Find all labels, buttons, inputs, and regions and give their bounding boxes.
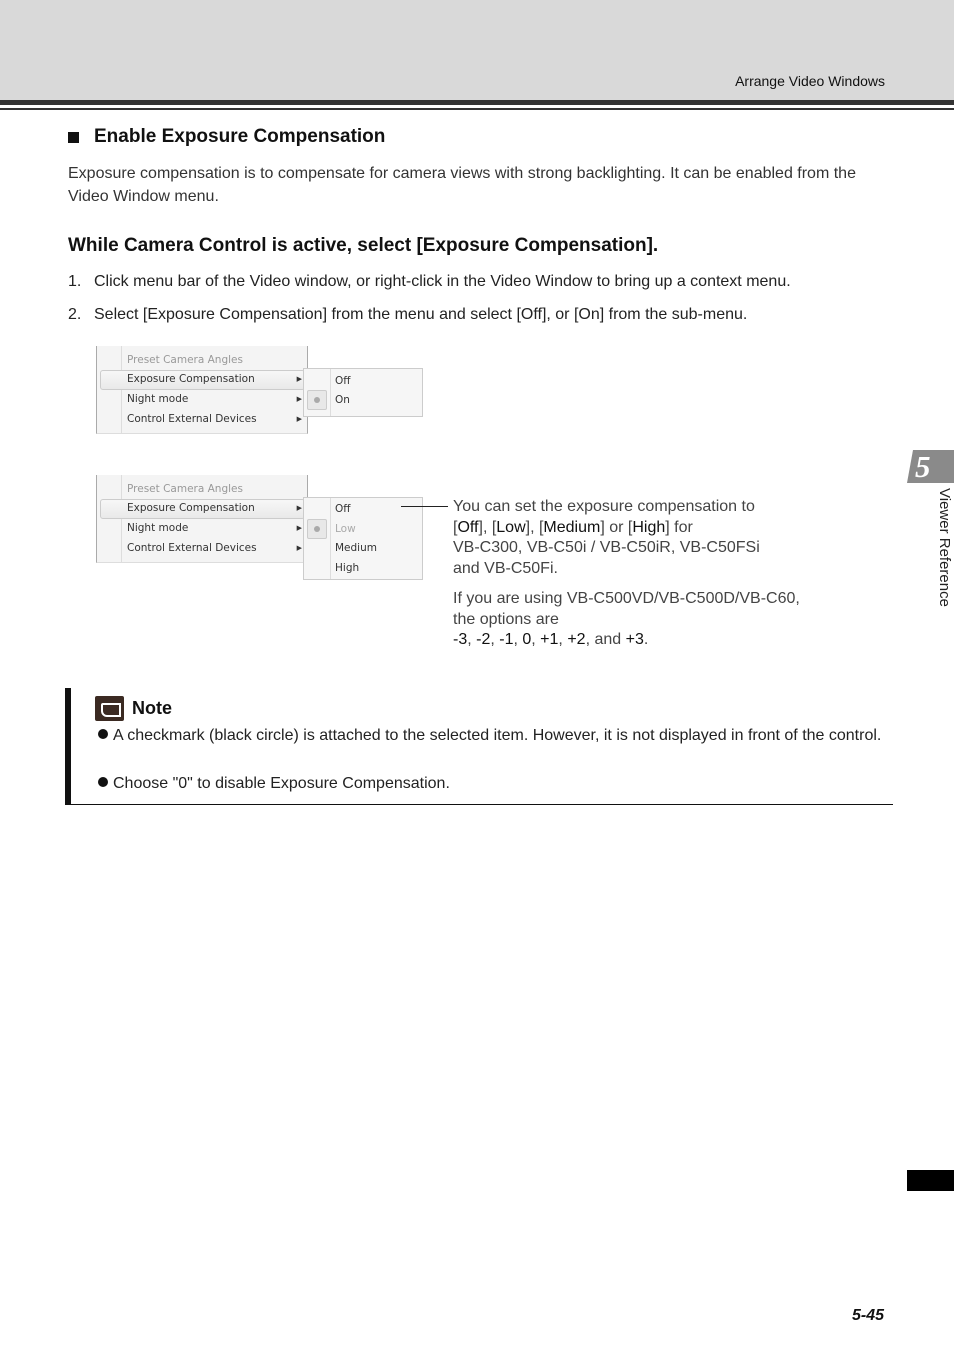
section-heading: Enable Exposure Compensation [68,126,385,148]
callout-leader-line [401,506,448,507]
submenu-levels: Off Low Medium High [303,497,423,580]
context-menu-levels: Preset Camera Angles Exposure Compensati… [96,475,308,563]
note-item: A checkmark (black circle) is attached t… [98,725,884,747]
callout-paragraph-numeric: If you are using VB-C500VD/VB-C500D/VB-C… [453,590,800,648]
thumb-index-marker [907,1170,954,1191]
submenu-arrow-icon: ▶ [296,504,302,512]
submenu-arrow-icon: ▶ [296,415,302,423]
radio-selected-icon [307,390,327,410]
menu-item-exposure-compensation[interactable]: Exposure Compensation ▶ [127,370,302,388]
menu-item-preset-camera-angles[interactable]: Preset Camera Angles [127,480,302,498]
procedure-heading: While Camera Control is active, select [… [68,235,659,256]
menu-item-night-mode[interactable]: Night mode ▶ [127,519,302,537]
intro-paragraph: Exposure compensation is to compensate f… [68,165,856,205]
note-item: Choose "0" to disable Exposure Compensat… [98,773,884,795]
submenu-item-off[interactable]: Off [335,372,351,390]
menu-item-exposure-compensation[interactable]: Exposure Compensation ▶ [127,499,302,517]
submenu-arrow-icon: ▶ [296,375,302,383]
menu-item-night-mode[interactable]: Night mode ▶ [127,390,302,408]
menu-item-preset-camera-angles[interactable]: Preset Camera Angles [127,351,302,369]
header-rule-thick [0,100,954,105]
note-title: Note [132,698,172,718]
note-box: Note A checkmark (black circle) is attac… [65,688,893,805]
submenu-item-medium[interactable]: Medium [335,539,377,557]
submenu-item-low[interactable]: Low [335,520,356,538]
callout-paragraph-levels: You can set the exposure compensation to… [453,498,760,577]
page-number: 5-45 [852,1307,885,1324]
menu-item-control-external-devices[interactable]: Control External Devices ▶ [127,410,302,428]
context-menu-on-off: Preset Camera Angles Exposure Compensati… [96,346,308,434]
step-item: 2. Select [Exposure Compensation] from th… [68,306,748,323]
square-bullet-icon [68,131,79,143]
pointing-hand-icon [95,696,124,721]
submenu-item-on[interactable]: On [335,391,350,409]
radio-selected-icon [307,519,327,539]
header-rule-thin [0,108,954,110]
page-header: Arrange Video Windows [0,0,954,100]
chapter-number: 5 [915,449,931,484]
chapter-label: Viewer Reference [936,488,953,607]
submenu-item-off[interactable]: Off [335,500,351,518]
menu-item-control-external-devices[interactable]: Control External Devices ▶ [127,539,302,557]
submenu-arrow-icon: ▶ [296,395,302,403]
submenu-arrow-icon: ▶ [296,544,302,552]
step-item: 1. Click menu bar of the Video window, or… [68,273,791,290]
running-header-title: Arrange Video Windows [735,73,885,89]
submenu-on-off: Off On [303,368,423,417]
bullet-icon [98,729,108,739]
submenu-item-high[interactable]: High [335,559,359,577]
bullet-icon [98,777,108,787]
submenu-arrow-icon: ▶ [296,524,302,532]
